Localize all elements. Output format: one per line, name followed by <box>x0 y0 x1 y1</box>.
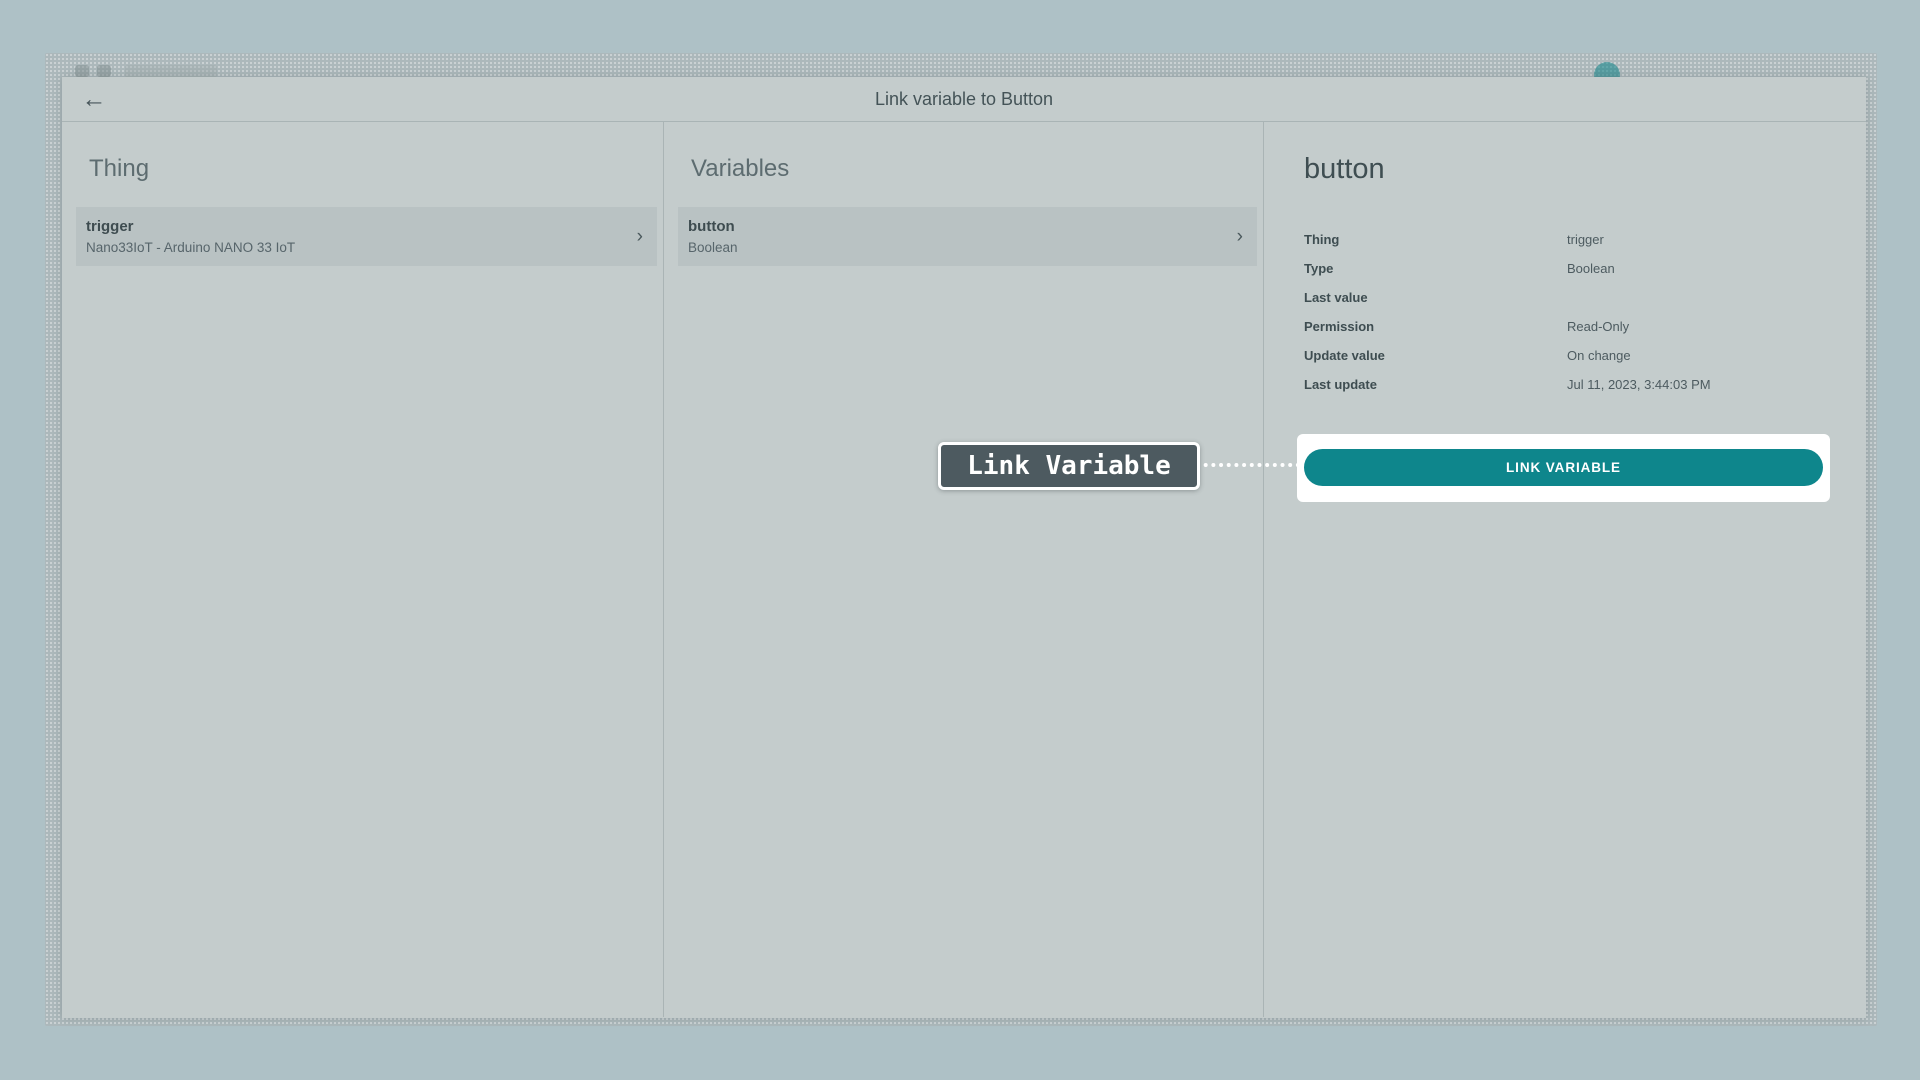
field-row-type: Type Boolean <box>1304 261 1830 277</box>
modal-columns: Thing trigger Nano33IoT - Arduino NANO 3… <box>62 122 1866 1017</box>
variable-detail-title: button <box>1304 152 1830 186</box>
back-button[interactable]: ← <box>76 81 112 117</box>
tutorial-spotlight: LINK VARIABLE <box>1297 434 1830 502</box>
chevron-right-icon: › <box>637 226 643 248</box>
variables-column: Variables button Boolean › <box>664 122 1264 1017</box>
thing-column: Thing trigger Nano33IoT - Arduino NANO 3… <box>62 122 664 1017</box>
tutorial-callout-label: Link Variable <box>967 451 1171 481</box>
modal-title: Link variable to Button <box>875 89 1053 110</box>
field-label: Permission <box>1304 319 1567 335</box>
thing-column-heading: Thing <box>89 155 663 183</box>
variable-detail-panel: button Thing trigger Type Boolean Last v… <box>1264 122 1866 1017</box>
variable-detail-fields: Thing trigger Type Boolean Last value Pe… <box>1304 232 1830 393</box>
link-variable-button[interactable]: LINK VARIABLE <box>1304 449 1823 486</box>
background-app-icon <box>75 65 89 77</box>
field-row-update-value: Update value On change <box>1304 348 1830 364</box>
thing-item-subtitle: Nano33IoT - Arduino NANO 33 IoT <box>86 240 617 255</box>
field-label: Last value <box>1304 290 1567 306</box>
field-label: Last update <box>1304 377 1567 393</box>
field-label: Update value <box>1304 348 1567 364</box>
field-label: Thing <box>1304 232 1567 248</box>
background-app-icon <box>97 65 111 77</box>
modal-header: ← Link variable to Button <box>62 77 1866 122</box>
variable-list-item-button[interactable]: button Boolean › <box>678 207 1257 266</box>
field-label: Type <box>1304 261 1567 277</box>
field-row-last-value: Last value <box>1304 290 1830 306</box>
field-row-last-update: Last update Jul 11, 2023, 3:44:03 PM <box>1304 377 1830 393</box>
chevron-right-icon: › <box>1237 226 1243 248</box>
link-variable-modal: ← Link variable to Button Thing trigger … <box>62 77 1866 1018</box>
field-row-permission: Permission Read-Only <box>1304 319 1830 335</box>
thing-list-item-trigger[interactable]: trigger Nano33IoT - Arduino NANO 33 IoT … <box>76 207 657 266</box>
variable-item-subtitle: Boolean <box>688 240 1217 255</box>
field-value: Boolean <box>1567 261 1615 277</box>
field-row-thing: Thing trigger <box>1304 232 1830 248</box>
thing-item-title: trigger <box>86 218 617 235</box>
callout-connector-line <box>1196 463 1300 467</box>
variable-item-title: button <box>688 218 1217 235</box>
field-value: trigger <box>1567 232 1604 248</box>
field-value: Jul 11, 2023, 3:44:03 PM <box>1567 377 1711 393</box>
variables-column-heading: Variables <box>691 155 1263 183</box>
field-value: Read-Only <box>1567 319 1629 335</box>
tutorial-callout: Link Variable <box>938 442 1200 490</box>
field-value: On change <box>1567 348 1631 364</box>
